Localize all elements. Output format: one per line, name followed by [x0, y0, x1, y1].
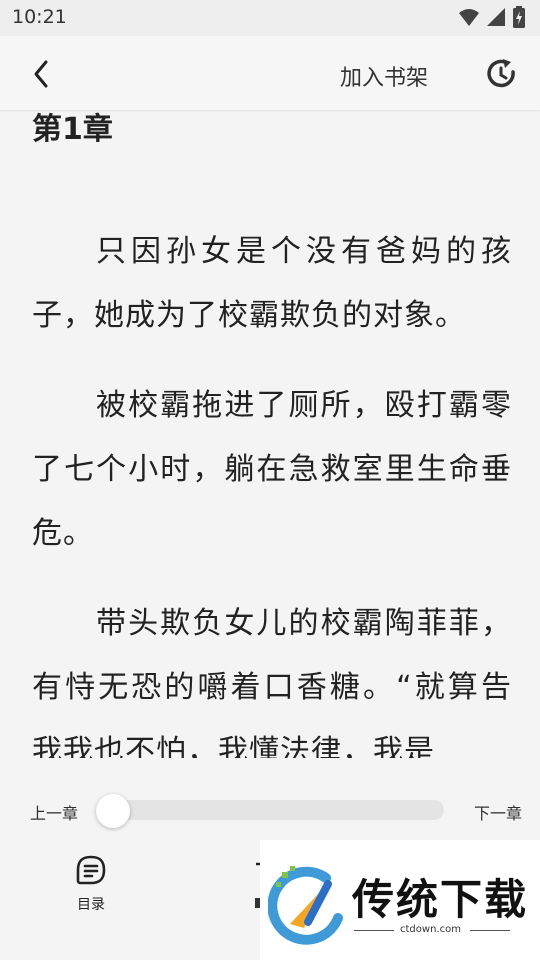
next-chapter-button[interactable]: 下一章	[474, 800, 522, 824]
reader-top-bar: 加入书架	[0, 36, 540, 110]
battery-icon	[513, 6, 525, 28]
add-to-shelf-button[interactable]: 加入书架	[340, 60, 428, 92]
refresh-icon	[487, 59, 515, 88]
reading-content[interactable]: 第1章 只因孙女是个没有爸妈的孩子，她成为了校霸欺负的对象。 被校霸拖进了厕所，…	[0, 110, 540, 758]
paragraph: 带头欺负女儿的校霸陶菲菲，有恃无恐的嚼着口香糖。“就算告我我也不怕，我懂法律，我…	[32, 606, 512, 758]
divider	[354, 930, 394, 931]
paragraph: 被校霸拖进了厕所，殴打霸零了七个小时，躺在急救室里生命垂危。	[32, 388, 512, 551]
watermark-text: 传统下载	[352, 875, 529, 924]
toc-button[interactable]: 目录	[70, 854, 112, 914]
prev-chapter-button[interactable]: 上一章	[30, 800, 78, 824]
back-button[interactable]	[26, 56, 58, 92]
status-time: 10:21	[12, 6, 67, 28]
chevron-left-icon	[34, 60, 48, 88]
chapter-title: 第1章	[32, 112, 113, 147]
watermark-emblem-icon	[268, 866, 343, 945]
status-icons	[458, 6, 526, 28]
status-bar: 10:21	[0, 0, 540, 36]
divider	[470, 930, 510, 931]
toc-label: 目录	[77, 897, 105, 913]
slider-thumb[interactable]	[96, 794, 130, 828]
refresh-button[interactable]	[484, 56, 520, 92]
list-icon	[76, 855, 106, 885]
watermark-logo: 传统下载 ctdown.com	[260, 840, 540, 960]
chapter-progress-slider[interactable]	[98, 800, 444, 820]
wifi-icon	[459, 9, 479, 26]
paragraph: 只因孙女是个没有爸妈的孩子，她成为了校霸欺负的对象。	[32, 234, 512, 333]
signal-icon	[487, 8, 505, 26]
watermark-url: ctdown.com	[400, 924, 461, 935]
